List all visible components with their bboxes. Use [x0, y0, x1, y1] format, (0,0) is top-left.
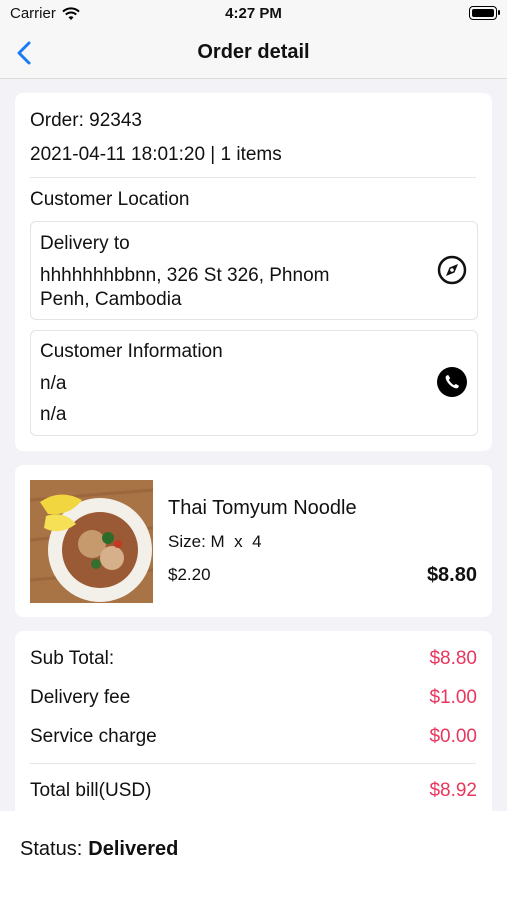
delivery-fee-value: $1.00 — [429, 687, 477, 708]
delivery-label: Delivery to — [40, 233, 130, 254]
compass-icon[interactable] — [437, 255, 467, 285]
status-label: Status: — [20, 838, 83, 860]
address-line-1: hhhhhhhbbnn, 326 St 326, Phnom — [40, 265, 330, 286]
battery-icon — [469, 6, 500, 20]
service-charge-value: $0.00 — [429, 726, 477, 747]
status-footer: Status: Delivered — [0, 811, 507, 900]
divider — [30, 177, 476, 178]
item-unit-price: $2.20 — [168, 565, 211, 584]
total-bill-label: Total bill(USD) — [30, 780, 152, 801]
customer-info-heading: Customer Information — [40, 341, 223, 362]
customer-info-box: Customer Information n/a n/a — [30, 330, 478, 436]
customer-name: n/a — [40, 373, 67, 394]
order-meta: 2021-04-11 18:01:20 | 1 items — [30, 144, 282, 165]
navigation-bar: Order detail — [0, 28, 507, 79]
customer-location-heading: Customer Location — [30, 189, 190, 210]
order-item-card: Thai Tomyum Noodle Size: M x 4 $2.20 $8.… — [15, 465, 492, 617]
divider — [30, 763, 476, 764]
status-value: Delivered — [88, 838, 179, 860]
clock: 4:27 PM — [225, 5, 282, 22]
delivery-address-box: Delivery to hhhhhhhbbnn, 326 St 326, Phn… — [30, 221, 478, 320]
item-name: Thai Tomyum Noodle — [168, 497, 357, 519]
delivery-fee-label: Delivery fee — [30, 687, 131, 708]
customer-phone: n/a — [40, 404, 67, 425]
service-charge-label: Service charge — [30, 726, 157, 747]
total-bill-value: $8.92 — [429, 780, 477, 801]
address-line-2: Penh, Cambodia — [40, 289, 182, 310]
item-size-quantity: Size: M x 4 — [168, 532, 262, 551]
subtotal-label: Sub Total: — [30, 648, 115, 669]
food-image — [30, 480, 153, 603]
phone-icon[interactable] — [437, 367, 467, 397]
page-title: Order detail — [197, 41, 310, 63]
subtotal-value: $8.80 — [429, 648, 477, 669]
item-line-total: $8.80 — [426, 564, 477, 586]
order-number: Order: 92343 — [30, 110, 142, 131]
order-info-card: Order: 92343 2021-04-11 18:01:20 | 1 ite… — [15, 93, 492, 451]
status-bar: Carrier 4:27 PM — [0, 0, 507, 28]
totals-card: Sub Total: $8.80 Delivery fee $1.00 Serv… — [15, 631, 492, 831]
order-status: Status: Delivered — [20, 838, 178, 861]
